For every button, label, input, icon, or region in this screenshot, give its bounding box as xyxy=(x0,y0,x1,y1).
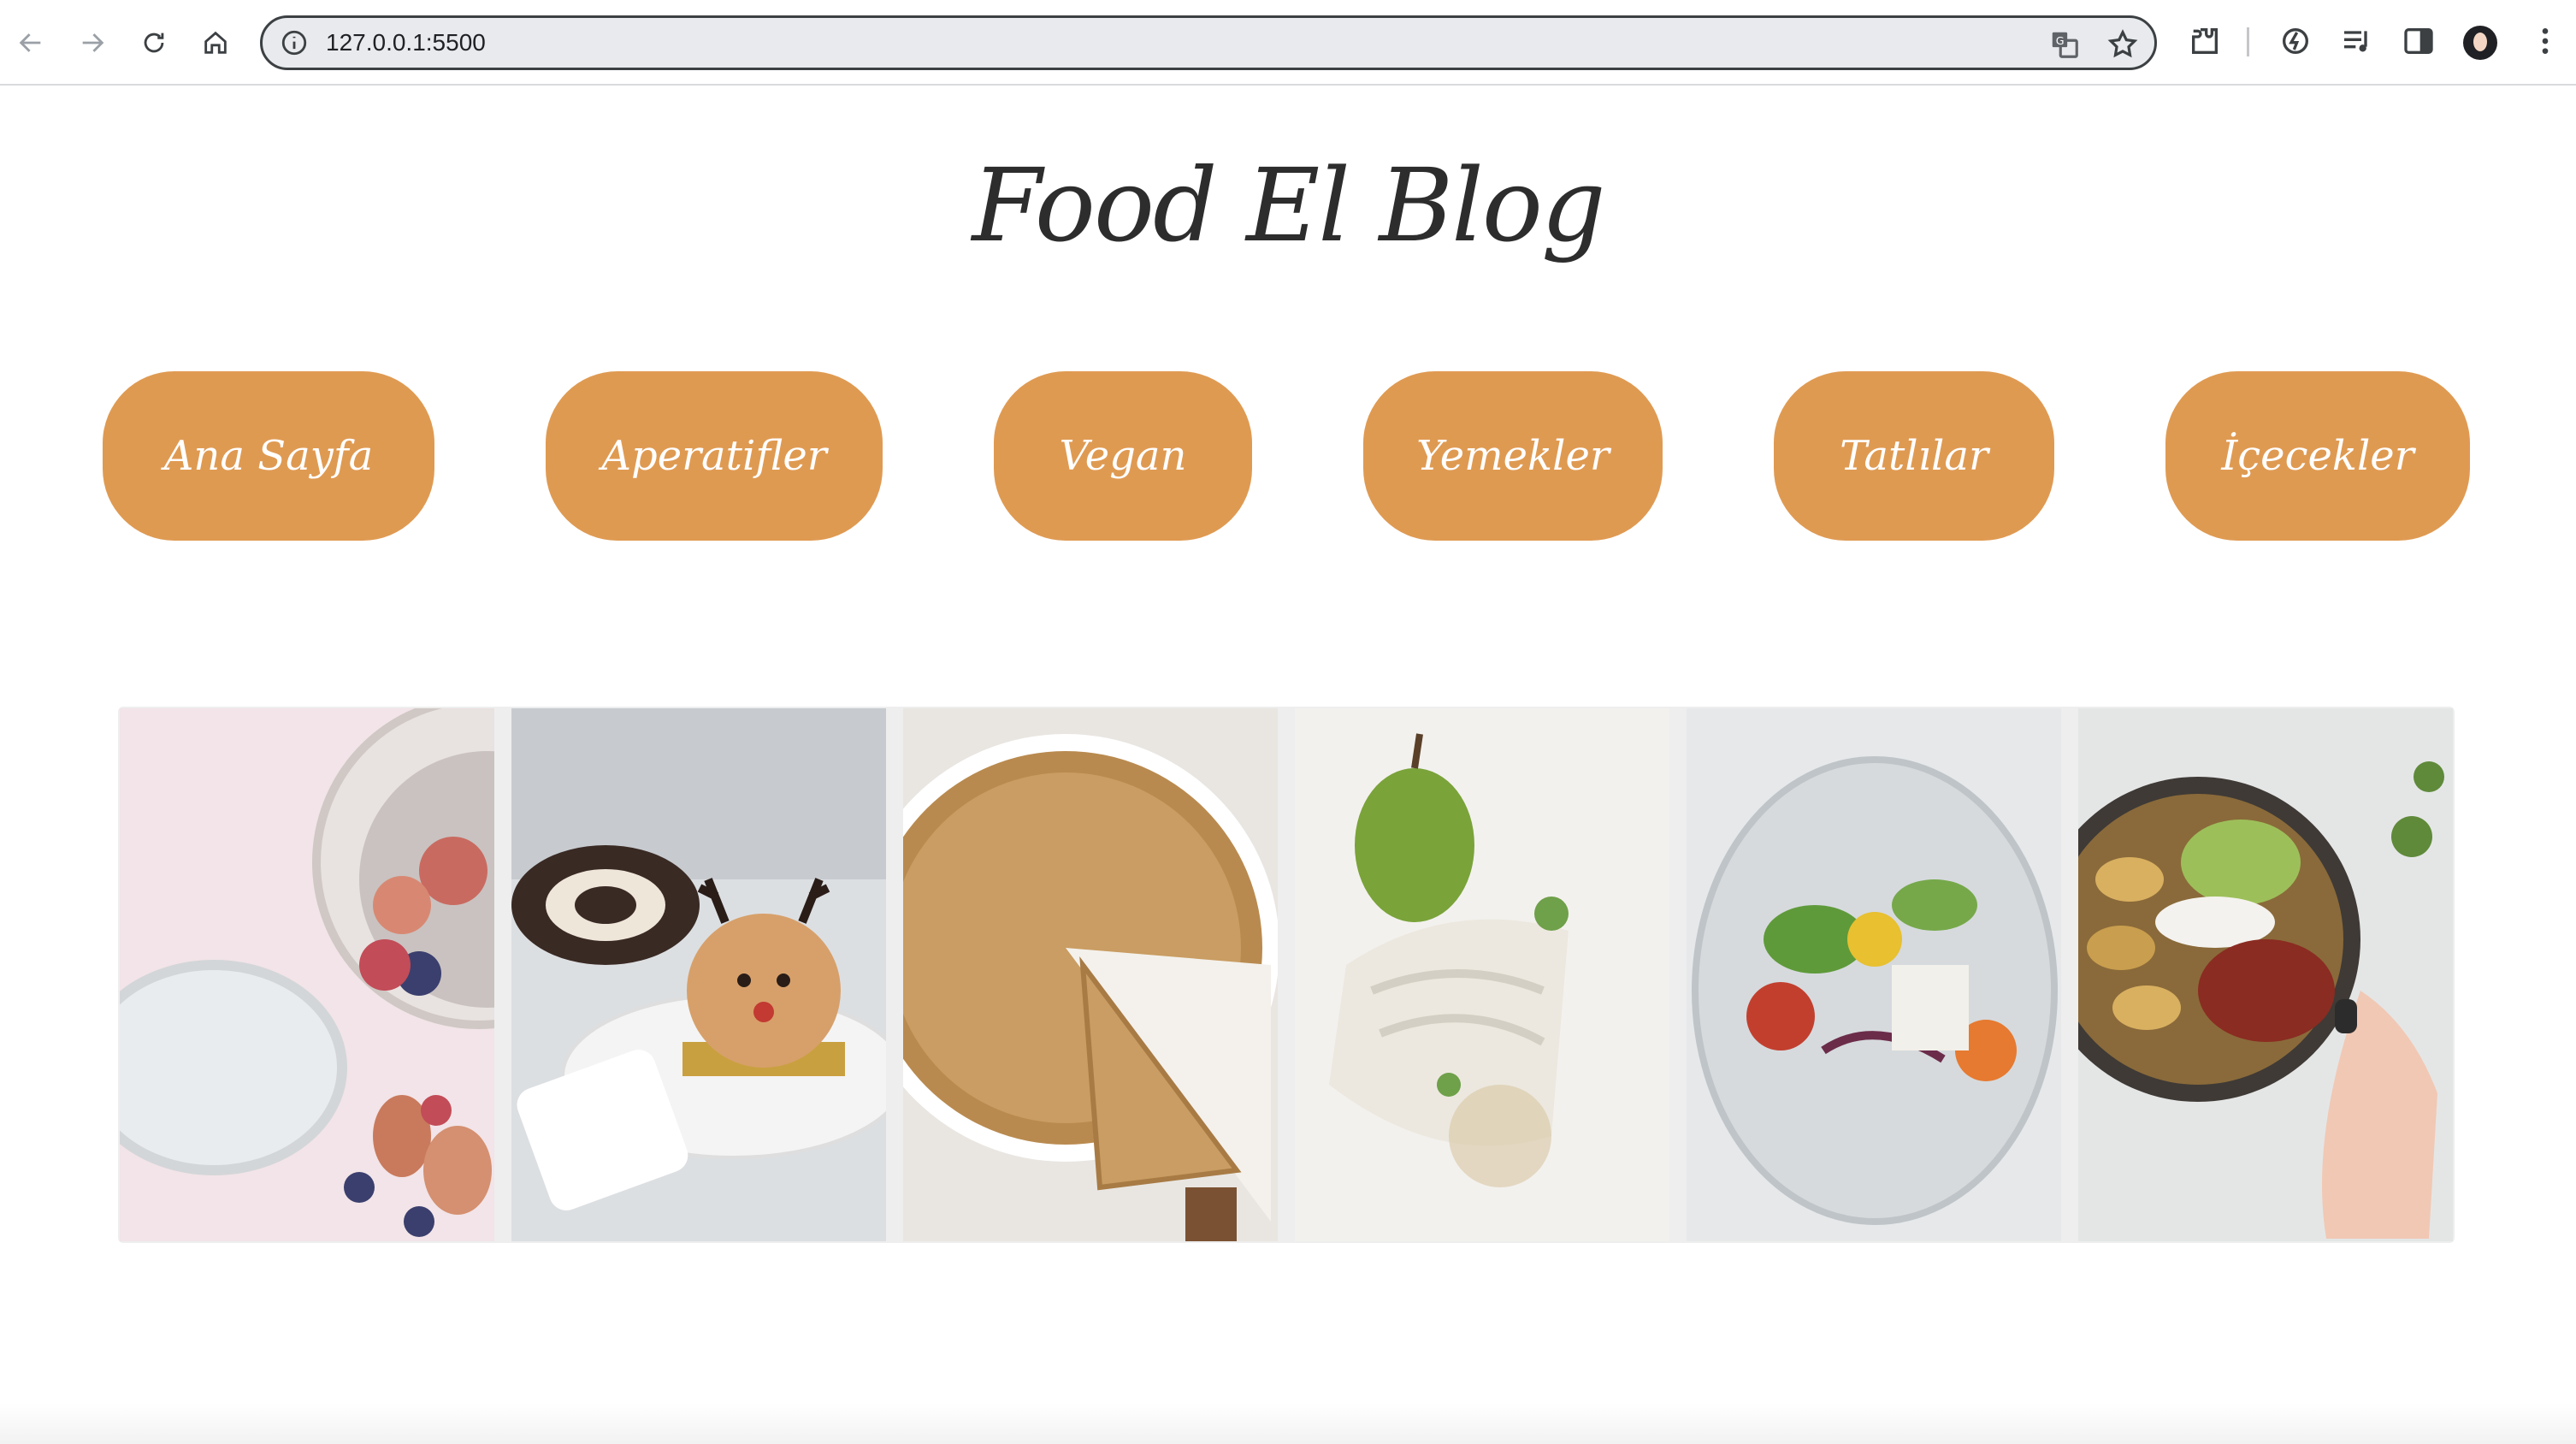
gallery-photo-reindeer-dessert[interactable] xyxy=(511,708,886,1241)
gallery-photo-plantain-bowl[interactable] xyxy=(2078,708,2453,1241)
menu-tatlilar-button[interactable]: Tatlılar xyxy=(1774,371,2054,541)
translate-icon[interactable]: G xyxy=(2048,28,2081,61)
forward-button[interactable] xyxy=(70,21,115,65)
plantain-bowl-image xyxy=(2078,708,2453,1241)
back-button[interactable] xyxy=(9,21,53,65)
media-controls-icon[interactable] xyxy=(2340,24,2374,58)
performance-icon[interactable] xyxy=(2278,24,2313,58)
svg-text:G: G xyxy=(2056,34,2065,47)
more-menu-icon[interactable] xyxy=(2528,24,2562,58)
side-panel-icon[interactable] xyxy=(2402,24,2436,58)
extensions-icon[interactable] xyxy=(2188,24,2222,58)
site-title: Food El Blog xyxy=(972,146,1606,264)
menu-vegan-button[interactable]: Vegan xyxy=(994,371,1252,541)
gallery-photo-pie[interactable] xyxy=(903,708,1278,1241)
browser-toolbar: 127.0.0.1:5500 G xyxy=(0,0,2576,86)
toolbar-separator xyxy=(2247,27,2249,56)
reindeer-dessert-image xyxy=(511,708,886,1241)
page-bottom-edge xyxy=(0,1403,2576,1444)
menu-icecekler-button[interactable]: İçecekler xyxy=(2165,371,2470,541)
url-text[interactable]: 127.0.0.1:5500 xyxy=(326,28,486,57)
gallery-photo-pear-dish[interactable] xyxy=(1295,708,1669,1241)
arrow-left-icon xyxy=(19,33,41,52)
pear-dish-image xyxy=(1295,708,1669,1241)
bookmark-star-icon[interactable] xyxy=(2106,28,2139,61)
menu-aperatifler-button[interactable]: Aperatifler xyxy=(546,371,883,541)
gallery-photo-chia-pudding[interactable] xyxy=(120,708,494,1241)
menu-yemekler-button[interactable]: Yemekler xyxy=(1363,371,1663,541)
home-button[interactable] xyxy=(193,21,238,65)
pie-image xyxy=(903,708,1278,1241)
glass-salad-image xyxy=(1687,708,2061,1241)
profile-avatar[interactable] xyxy=(2463,26,2497,60)
site-info-icon[interactable] xyxy=(280,28,309,57)
menu-ana-sayfa-button[interactable]: Ana Sayfa xyxy=(103,371,434,541)
home-icon xyxy=(204,31,227,54)
reload-button[interactable] xyxy=(132,21,176,65)
reload-icon xyxy=(144,33,164,53)
arrow-right-icon xyxy=(82,33,104,52)
gallery-photo-glass-salad[interactable] xyxy=(1687,708,2061,1241)
address-bar[interactable]: 127.0.0.1:5500 G xyxy=(260,15,2157,70)
chia-pudding-image xyxy=(120,708,494,1241)
